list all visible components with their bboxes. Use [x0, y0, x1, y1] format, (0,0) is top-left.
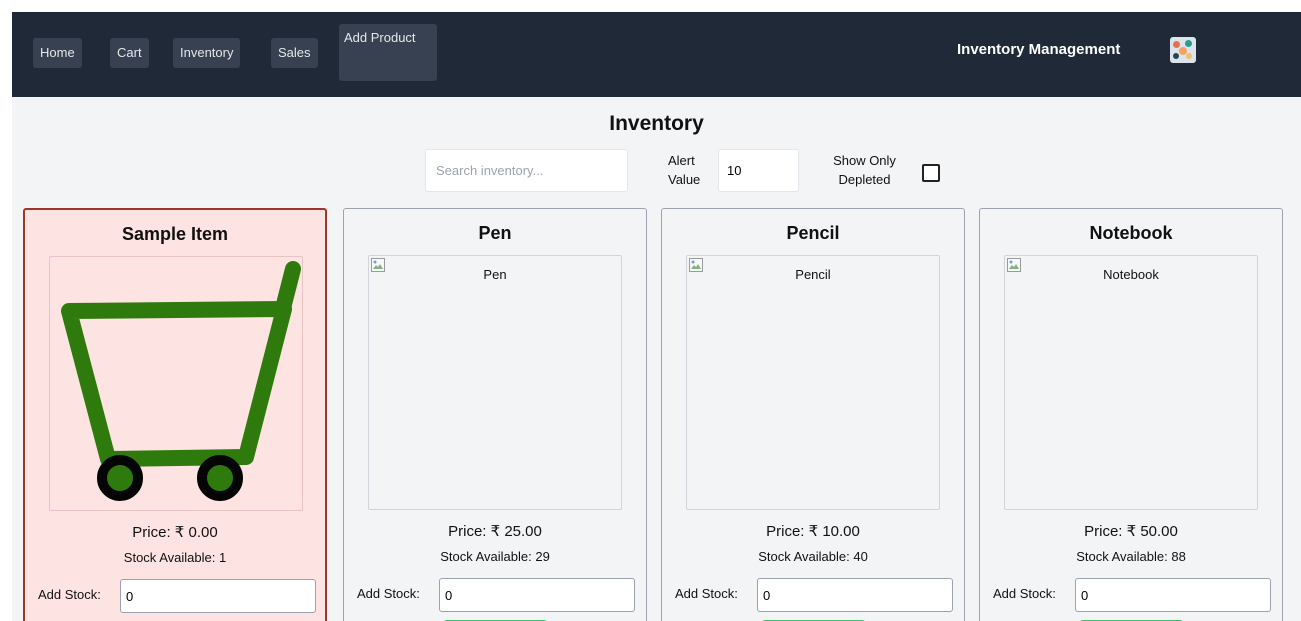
image-alt-text: Pencil [795, 267, 831, 282]
add-stock-input[interactable] [1075, 578, 1271, 612]
depleted-label-line-1: Show Only [833, 153, 896, 168]
add-stock-label: Add Stock: [357, 586, 420, 601]
brand-title: Inventory Management [957, 41, 1121, 58]
nav-sales-button[interactable]: Sales [271, 38, 318, 68]
shopping-cart-icon [61, 261, 301, 501]
alert-value-label: Alert Value [668, 151, 700, 189]
image-alt-text: Pen [483, 267, 507, 282]
add-stock-label: Add Stock: [993, 586, 1056, 601]
product-name: Pen [478, 223, 512, 243]
product-price: Price: ₹ 25.00 [448, 523, 542, 540]
navbar: Home Cart Inventory Sales Add Product In… [12, 12, 1301, 97]
add-stock-label: Add Stock: [675, 586, 738, 601]
alert-label-line-1: Alert [668, 153, 695, 168]
product-price: Price: ₹ 0.00 [132, 524, 218, 541]
image-alt-text: Notebook [1103, 267, 1159, 282]
show-only-depleted-checkbox[interactable] [922, 164, 940, 182]
add-stock-label: Add Stock: [38, 587, 101, 602]
page: Home Cart Inventory Sales Add Product In… [12, 12, 1301, 621]
product-card-pencil: Pencil Pencil Price: ₹ 10.00 Stock Avail… [661, 208, 965, 621]
product-image: Notebook [1004, 255, 1258, 510]
product-stock: Stock Available: 88 [1076, 549, 1186, 564]
search-input[interactable] [425, 149, 628, 192]
product-price: Price: ₹ 10.00 [766, 523, 860, 540]
page-title: Inventory [609, 112, 704, 135]
product-name: Sample Item [121, 224, 229, 244]
product-stock: Stock Available: 29 [440, 549, 550, 564]
nav-home-button[interactable]: Home [33, 38, 82, 68]
product-card-sample-item: Sample Item Price: ₹ 0.00 Stock Availabl… [23, 208, 327, 621]
product-card-pen: Pen Pen Price: ₹ 25.00 Stock Available: … [343, 208, 647, 621]
depleted-label-line-2: Depleted [838, 172, 891, 187]
product-price: Price: ₹ 50.00 [1084, 523, 1178, 540]
product-name: Notebook [1089, 223, 1173, 243]
app-logo-icon [1170, 37, 1196, 63]
product-card-notebook: Notebook Notebook Price: ₹ 50.00 Stock A… [979, 208, 1283, 621]
nav-add-product-button[interactable]: Add Product [339, 24, 437, 81]
nav-cart-button[interactable]: Cart [110, 38, 149, 68]
nav-inventory-button[interactable]: Inventory [173, 38, 241, 68]
add-stock-input[interactable] [120, 579, 316, 613]
add-stock-input[interactable] [439, 578, 635, 612]
product-image: Pencil [686, 255, 940, 510]
product-image: Pen [368, 255, 622, 510]
add-stock-input[interactable] [757, 578, 953, 612]
product-image [49, 256, 303, 511]
product-stock: Stock Available: 40 [758, 549, 868, 564]
product-name: Pencil [786, 223, 840, 243]
alert-label-line-2: Value [668, 172, 701, 187]
show-only-depleted-label: Show Only Depleted [817, 151, 912, 189]
product-stock: Stock Available: 1 [123, 550, 227, 565]
alert-value-input[interactable] [718, 149, 799, 192]
